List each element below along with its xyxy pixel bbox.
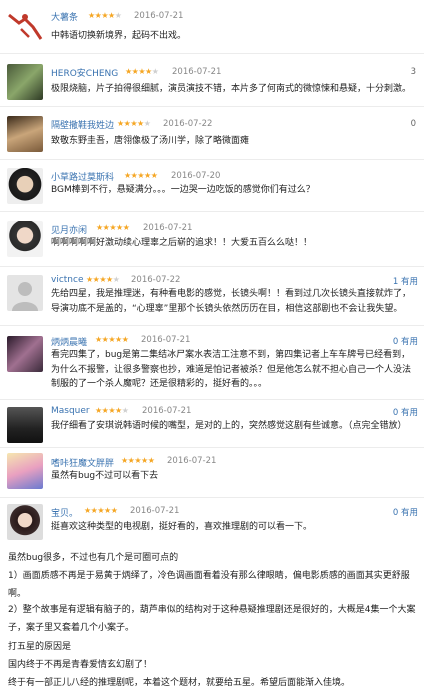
- review-username[interactable]: 炳炳晨曦: [51, 335, 87, 348]
- review-text: 先给四星，我是推理迷，有种看电影的感觉，长镜头啊！！看到过几次长镜头直接就炸了，…: [51, 289, 412, 314]
- avatar[interactable]: [7, 9, 43, 45]
- review-text: BGM棒到不行，悬疑满分。。。一边哭一边吃饭的感觉你们有过么？: [51, 185, 315, 195]
- summary-line: 虽然bug很多，不过也有几个是可圈可点的: [8, 553, 179, 563]
- summary-line: 国内终于不再是青春爱情玄幻剧了！: [8, 660, 153, 670]
- review-username[interactable]: 小草路过莫斯科: [51, 170, 114, 183]
- review-item: 隔壁撒鞋我姓边 ★★★★★ 2016-07-22 0 致敬东野圭吾，唐翎像极了汤…: [0, 107, 424, 160]
- review-date: 2016-07-22: [131, 275, 181, 285]
- review-date: 2016-07-20: [171, 171, 221, 181]
- rating-stars: ★★★★★: [95, 335, 129, 344]
- rating-stars: ★★★★★: [124, 171, 158, 180]
- avatar[interactable]: [7, 116, 43, 152]
- summary-line: 1）画面质感不再是于易黄于炳绎了，冷色调画面看着没有那么律眼睛，偏电影质感的画面…: [8, 571, 410, 599]
- review-item: Masquer ★★★★★ 2016-07-21 0 有用 我仔细看了安琪说韩语…: [0, 400, 424, 448]
- review-username[interactable]: 隔壁撒鞋我姓边: [51, 118, 114, 131]
- useful-count[interactable]: 0 有用: [393, 406, 418, 418]
- useful-count[interactable]: 0 有用: [393, 506, 418, 518]
- avatar[interactable]: [7, 407, 43, 443]
- avatar[interactable]: [7, 336, 43, 372]
- review-item: 大薯条 ★★★★★ 2016-07-21 中韩语切换新境界，起码不出戏。: [0, 0, 424, 54]
- review-item: 炳炳晨曦 ★★★★★ 2016-07-21 0 有用 看完四集了，bug是第二集…: [0, 326, 424, 400]
- review-date: 2016-07-21: [142, 406, 192, 416]
- summary-line: 终于有一部正儿八经的推理剧呢，本着这个题材，就要给五星。希望后面能渐入佳境。: [8, 678, 351, 688]
- review-username[interactable]: 嗜咔狂魔文胖胖: [51, 456, 114, 469]
- review-date: 2016-07-22: [163, 119, 213, 129]
- review-text: 我仔细看了安琪说韩语时候的嘴型，是对的上的，突然感觉这剧有些诚意。（点完全错放）: [51, 421, 407, 431]
- useful-count[interactable]: 0 有用: [393, 335, 418, 347]
- review-text: 虽然有bug不过可以看下去: [51, 471, 159, 481]
- review-date: 2016-07-21: [143, 223, 193, 233]
- avatar[interactable]: [7, 504, 43, 540]
- review-username[interactable]: 大薯条: [51, 10, 78, 23]
- summary-line: 2）整个故事是有逻辑有脑子的，葫芦串似的结构对于这种悬疑推理剧还是很好的，大概是…: [8, 605, 416, 633]
- rating-stars: ★★★★★: [84, 506, 118, 515]
- avatar[interactable]: [7, 168, 43, 204]
- rating-stars: ★★★★★: [96, 223, 130, 232]
- review-date: 2016-07-21: [130, 506, 180, 516]
- avatar[interactable]: [7, 221, 43, 257]
- avatar[interactable]: [7, 64, 43, 100]
- review-username[interactable]: 宝贝。: [51, 506, 78, 519]
- review-item: 嗜咔狂魔文胖胖 ★★★★★ 2016-07-21 虽然有bug不过可以看下去: [0, 448, 424, 498]
- review-date: 2016-07-21: [167, 456, 217, 466]
- review-username[interactable]: Masquer: [51, 406, 90, 416]
- review-item: victnce ★★★★★ 2016-07-22 1 有用 先给四星，我是推理迷…: [0, 267, 424, 326]
- rating-stars: ★★★★★: [125, 67, 159, 76]
- review-date: 2016-07-21: [134, 11, 184, 21]
- rating-stars: ★★★★★: [86, 275, 120, 284]
- rating-stars: ★★★★★: [117, 119, 151, 128]
- rating-stars: ★★★★★: [95, 406, 129, 415]
- review-text: 啊啊啊啊啊好激动续心理辜之后崭的追求！！大爱五百么么哒！！: [51, 238, 313, 248]
- useful-count[interactable]: 1 有用: [393, 275, 418, 287]
- review-username[interactable]: HERO安CHENG: [51, 66, 118, 79]
- useful-count: 3: [410, 67, 416, 77]
- review-text: 极限烧脑，片子拍得很细腻，演员演技不错，本片多了何南式的微惊悚和悬疑，十分刺激。: [51, 84, 412, 94]
- review-username[interactable]: 见月亦闲: [51, 223, 87, 236]
- review-text: 中韩语切换新境界，起码不出戏。: [51, 31, 187, 41]
- review-date: 2016-07-21: [172, 67, 222, 77]
- review-username[interactable]: victnce: [51, 275, 84, 285]
- avatar[interactable]: [7, 275, 43, 311]
- review-text: 致敬东野圭吾，唐翎像极了汤川学，除了略微面瘫: [51, 136, 250, 146]
- review-text: 挺喜欢这种类型的电视剧，挺好看的，喜欢推理剧的可以看一下。: [51, 522, 313, 532]
- review-item: 宝贝。 ★★★★★ 2016-07-21 0 有用 挺喜欢这种类型的电视剧，挺好…: [0, 498, 424, 544]
- rating-stars: ★★★★★: [121, 456, 155, 465]
- rating-stars: ★★★★★: [88, 11, 122, 20]
- review-item: 小草路过莫斯科 ★★★★★ 2016-07-20 BGM棒到不行，悬疑满分。。。…: [0, 160, 424, 212]
- review-date: 2016-07-21: [141, 335, 191, 345]
- review-item: HERO安CHENG ★★★★★ 2016-07-21 3 极限烧脑，片子拍得很…: [0, 54, 424, 107]
- review-text: 看完四集了，bug是第二集结冰尸案水表洁工注意不到，第四集记者上车车牌号已经看到…: [51, 350, 412, 389]
- avatar[interactable]: [7, 453, 43, 489]
- review-item: 见月亦闲 ★★★★★ 2016-07-21 啊啊啊啊啊好激动续心理辜之后崭的追求…: [0, 212, 424, 267]
- summary-line: 打五星的原因是: [8, 642, 72, 652]
- useful-count: 0: [410, 119, 416, 129]
